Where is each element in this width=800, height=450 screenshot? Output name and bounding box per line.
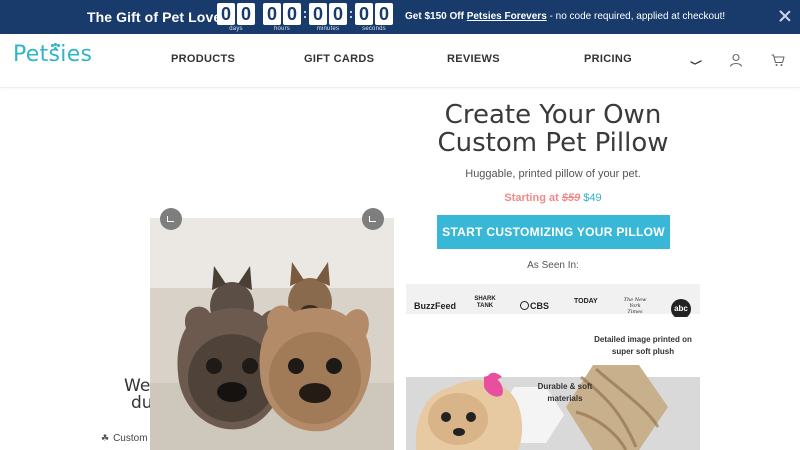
press-logo-abc: abc [671, 299, 691, 319]
hero-subtitle: Huggable, printed pillow of your pet. [465, 168, 641, 180]
nav-reviews[interactable]: REVIEWS [447, 53, 500, 65]
nav-pricing[interactable]: PRICING [584, 53, 632, 65]
countdown-digit: 0 [217, 3, 235, 25]
collapse-icon[interactable] [160, 208, 182, 230]
press-logo-today: TODAY [574, 298, 598, 305]
price-line: Starting at $59 $49 [420, 192, 686, 204]
hero-title-line1: Create Your Own [444, 100, 662, 130]
feature-caption-durable: Durable & soft materials [537, 382, 593, 403]
price-label: Starting at [504, 192, 562, 204]
countdown-label: days [229, 26, 243, 32]
welcome-line2: du [131, 393, 153, 413]
countdown-minutes: 0 0 minutes [309, 3, 347, 32]
product-feature-image: Detailed image printed on super soft plu… [406, 317, 700, 450]
countdown-days: 0 0 days [217, 3, 255, 32]
search-icon[interactable] [690, 54, 702, 66]
pet-pillow-photo[interactable] [150, 218, 394, 450]
countdown-digit: 0 [263, 3, 281, 25]
start-customizing-button[interactable]: START CUSTOMIZING YOUR PILLOW [437, 215, 670, 249]
countdown-label: seconds [362, 26, 386, 32]
countdown-digit: 0 [309, 3, 327, 25]
main-nav: Petsies PRODUCTS GIFT CARDS REVIEWS PRIC… [0, 34, 800, 88]
french-bulldog-pillows-illustration [150, 218, 394, 450]
promo-bar: The Gift of Pet Love! 0 0 days 0 0 hours… [0, 0, 800, 34]
countdown-digit: 0 [329, 3, 347, 25]
nav-gift-cards[interactable]: GIFT CARDS [304, 53, 374, 65]
price-old: $59 [561, 192, 581, 204]
promo-offer-suffix: - no code required, applied at checkout! [546, 11, 726, 22]
press-logo-cbs-text: CBS [530, 301, 550, 311]
press-logo-buzzfeed: BuzzFeed [414, 301, 457, 311]
promo-offer-prefix: Get $150 Off [405, 11, 467, 22]
custom-feature-text: Custom [113, 433, 148, 444]
promo-offer: Get $150 Off Petsies Forevers - no code … [405, 11, 725, 22]
press-logos: BuzzFeed SHARK TANK CBS TODAY The New Yo… [406, 284, 700, 319]
countdown-label: minutes [316, 26, 340, 32]
paw-icon: ☘ [101, 433, 110, 443]
welcome-heading: We du [124, 378, 153, 412]
countdown-digit: 0 [355, 3, 373, 25]
countdown-digit: 0 [375, 3, 393, 25]
price-new: $49 [580, 192, 602, 204]
close-icon[interactable] [779, 10, 791, 22]
promo-title: The Gift of Pet Love! [87, 9, 226, 25]
press-logo-shark-tank: SHARK TANK [474, 296, 496, 309]
countdown-separator [303, 3, 307, 25]
hero-title-line2: Custom Pet Pillow [437, 128, 669, 158]
press-logo-cbs: CBS [520, 301, 549, 311]
hero-title: Create Your Own Custom Pet Pillow [420, 101, 686, 157]
feature-caption-detail: Detailed image printed on super soft plu… [594, 335, 692, 356]
promo-offer-link[interactable]: Petsies Forevers [467, 11, 547, 22]
countdown-separator [349, 3, 353, 25]
countdown-digit: 0 [283, 3, 301, 25]
countdown-timer: 0 0 days 0 0 hours 0 0 minutes 0 0 secon… [217, 3, 393, 32]
press-logo-nyt: The New York Times [623, 297, 647, 315]
cart-icon[interactable] [771, 54, 785, 67]
custom-feature-line: ☘ Custom [101, 433, 148, 444]
nav-products[interactable]: PRODUCTS [171, 53, 235, 65]
countdown-hours: 0 0 hours [263, 3, 301, 32]
paw-icon [51, 43, 60, 50]
user-icon[interactable] [729, 53, 743, 67]
seen-in-label: As Seen In: [527, 260, 579, 271]
countdown-digit: 0 [237, 3, 255, 25]
collapse-icon[interactable] [362, 208, 384, 230]
countdown-seconds: 0 0 seconds [355, 3, 393, 32]
countdown-label: hours [273, 26, 290, 32]
